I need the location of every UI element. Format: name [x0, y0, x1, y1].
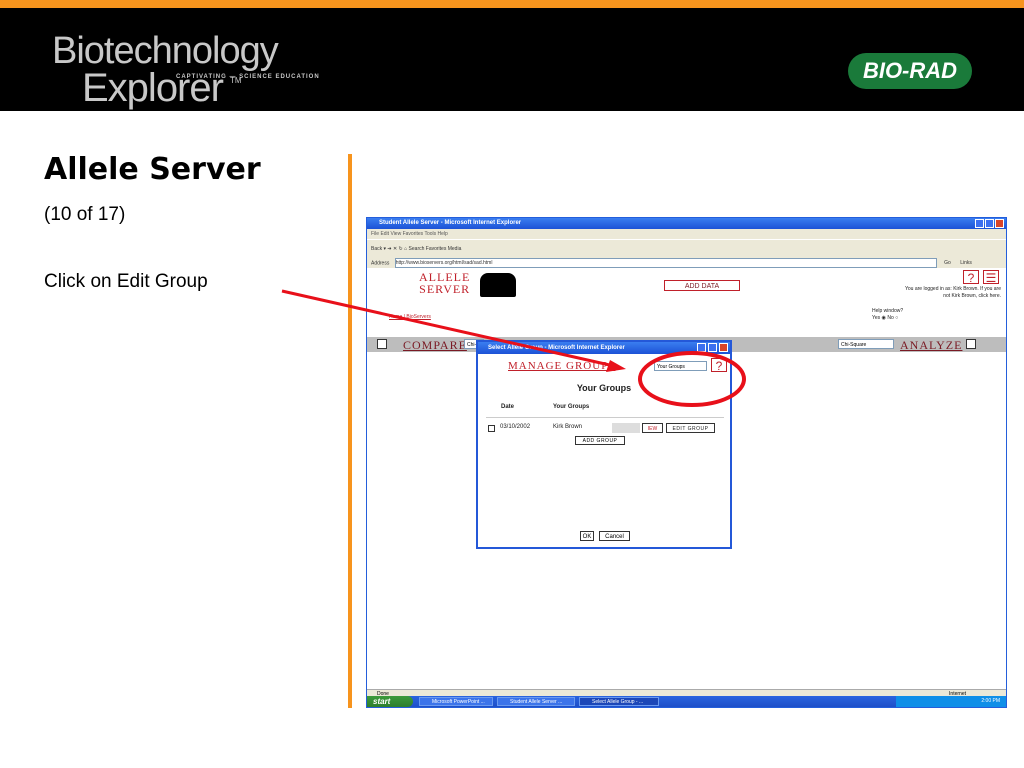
page-content: ALLELE SERVER ADD DATA ? ☰ You are logge… [367, 268, 1006, 686]
clock: 2:00 PM [981, 698, 1000, 704]
analyze-link[interactable]: ANALYZE [900, 338, 962, 353]
browser-toolbar[interactable]: Back ▾ ➔ ✕ ↻ ⌂ Search Favorites Media [367, 239, 1006, 258]
logo-explorer: Explorer [82, 66, 224, 110]
biorad-logo: BIO-RAD [848, 53, 972, 89]
ok-button[interactable]: OK [580, 531, 594, 541]
view-button[interactable]: IEW [642, 423, 663, 433]
chi-square-select[interactable]: Chi-Square [838, 339, 894, 349]
col-date-header: Date [501, 404, 515, 410]
notes-icon[interactable]: ☰ [983, 270, 999, 285]
logo-line2: SERVER [419, 282, 471, 296]
compare-checkbox-icon[interactable] [377, 339, 387, 349]
address-label: Address [371, 260, 390, 267]
select-group-dialog: Select Allele Group - Microsoft Internet… [476, 340, 732, 549]
top-accent-bar [0, 0, 1024, 8]
add-group-button[interactable]: ADD GROUP [575, 436, 625, 445]
help-icon[interactable]: ? [963, 270, 979, 285]
slide-title: Allele Server [44, 152, 261, 187]
edit-group-button[interactable]: EDIT GROUP [666, 423, 715, 433]
browser-titlebar: Student Allele Server - Microsoft Intern… [367, 218, 1006, 229]
your-groups-heading: Your Groups [576, 383, 632, 393]
links-button[interactable]: Links [960, 260, 972, 266]
cancel-button[interactable]: Cancel [599, 531, 630, 541]
help-window-label: Help window? [872, 308, 904, 314]
analyze-icon[interactable] [966, 339, 976, 349]
divider-line [348, 154, 352, 708]
system-tray: 2:00 PM [896, 696, 1006, 707]
login-line1: You are logged in as: Kirk Brown. If you… [905, 286, 1001, 292]
address-bar: Address http://www.bioservers.org/html/s… [367, 258, 1006, 268]
taskbar: start Microsoft PowerPoint ... Student A… [367, 696, 1006, 707]
browser-window: Student Allele Server - Microsoft Intern… [366, 217, 1007, 708]
start-button[interactable]: start [367, 696, 413, 707]
group-row-checkbox[interactable] [488, 425, 495, 432]
dialog-close-button[interactable] [719, 343, 728, 352]
browser-menubar[interactable]: File Edit View Favorites Tools Help [367, 229, 1006, 239]
slide-instruction: Click on Edit Group [44, 271, 208, 292]
close-button[interactable] [995, 219, 1004, 228]
logo-tagline: CAPTIVATING — SCIENCE EDUCATION [176, 74, 320, 80]
group-row-name: Kirk Brown [553, 424, 583, 430]
dialog-titlebar: Select Allele Group - Microsoft Internet… [478, 342, 730, 354]
taskbar-item-select-group[interactable]: Select Allele Group - ... [579, 697, 659, 706]
home-bioservers-link[interactable]: Home | BioServers [389, 314, 431, 320]
group-row-field [612, 423, 640, 433]
login-line2[interactable]: not Kirk Brown, click here. [827, 293, 1001, 300]
help-no-radio[interactable]: No [887, 315, 893, 321]
dialog-help-icon[interactable]: ? [711, 358, 727, 373]
lab-coat-icon [480, 273, 516, 297]
slide-subtitle: (10 of 17) [44, 204, 126, 225]
browser-title: Student Allele Server - Microsoft Intern… [379, 220, 522, 226]
dialog-maximize-button[interactable] [708, 343, 717, 352]
dialog-title: Select Allele Group - Microsoft Internet… [488, 345, 625, 351]
dialog-minimize-button[interactable] [697, 343, 706, 352]
compare-link[interactable]: COMPARE [403, 338, 467, 353]
go-button[interactable]: Go [944, 260, 951, 266]
group-row-date: 03/10/2002 [500, 424, 531, 430]
login-status: You are logged in as: Kirk Brown. If you… [827, 286, 1001, 300]
taskbar-item-powerpoint[interactable]: Microsoft PowerPoint ... [419, 697, 493, 706]
table-divider [486, 417, 724, 418]
groups-select[interactable]: Your Groups [654, 361, 707, 371]
manage-groups-title: MANAGE GROUPS [508, 360, 616, 372]
col-groups-header: Your Groups [553, 404, 590, 410]
maximize-button[interactable] [985, 219, 994, 228]
taskbar-item-allele-server[interactable]: Student Allele Server ... [497, 697, 575, 706]
minimize-button[interactable] [975, 219, 984, 228]
help-yes-radio[interactable]: Yes [872, 315, 880, 321]
header-banner: Biotechnology Explorer TM CAPTIVATING — … [0, 8, 1024, 111]
help-window-option: Help window? Yes ◉ No ○ [872, 308, 904, 321]
address-input[interactable]: http://www.bioservers.org/html/sad/sad.h… [394, 258, 937, 268]
add-data-button[interactable]: ADD DATA [664, 280, 740, 291]
allele-server-logo[interactable]: ALLELE SERVER [419, 271, 470, 295]
